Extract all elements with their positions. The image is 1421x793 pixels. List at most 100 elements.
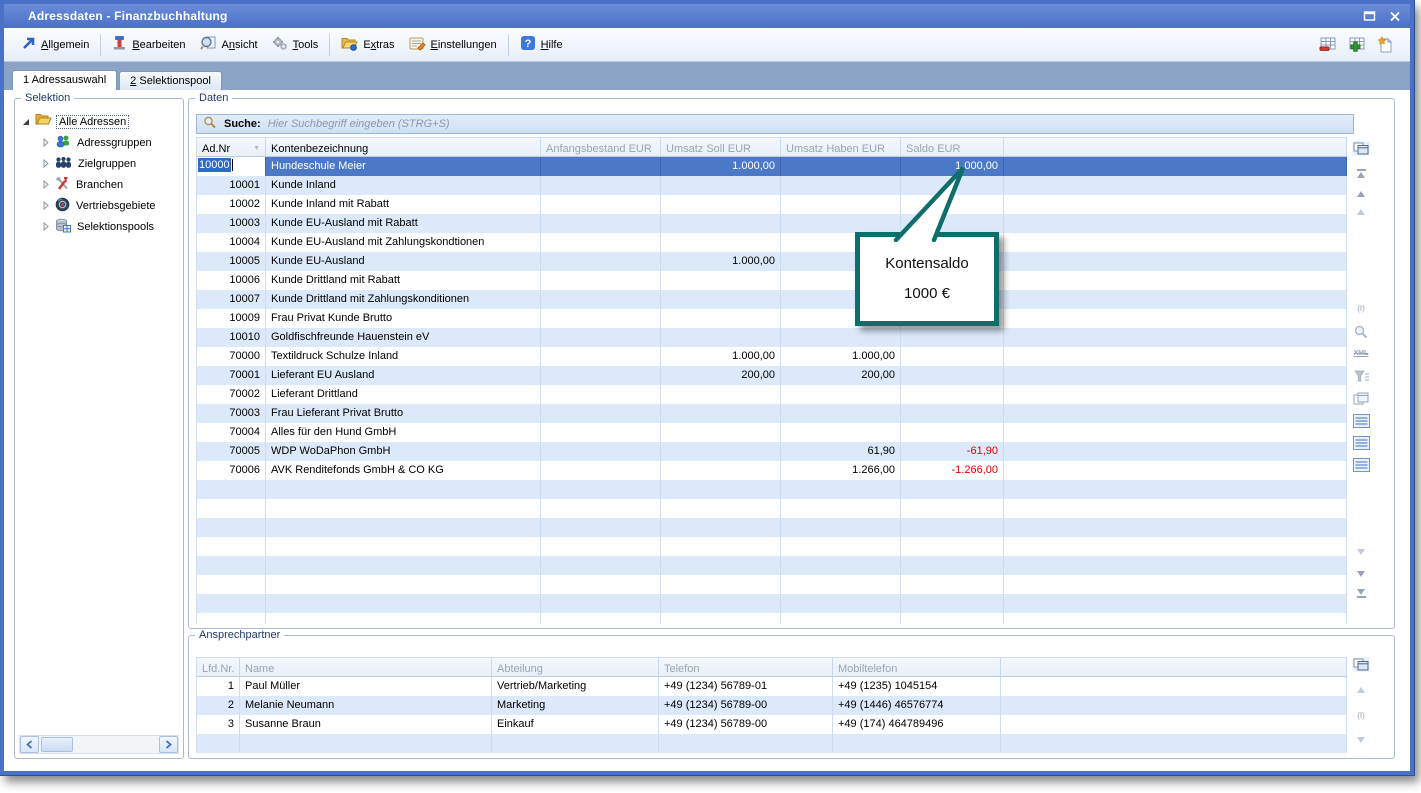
scroll-bottom-icon[interactable] (1349, 589, 1373, 598)
menu-tools[interactable]: Tools (265, 32, 326, 58)
menu-allgemein[interactable]: Allgemein (14, 32, 96, 58)
scroll-right-icon[interactable] (159, 736, 178, 753)
table-cell: 70003 (197, 404, 266, 423)
menu-bearbeiten[interactable]: Bearbeiten (105, 31, 192, 58)
layout-1-icon[interactable] (1349, 414, 1373, 428)
table-row[interactable]: 10003Kunde EU-Ausland mit Rabatt (197, 214, 1347, 233)
scroll-down-alt-icon[interactable] (1349, 549, 1373, 555)
column-header-name[interactable]: Name (240, 658, 492, 677)
copy-layout-icon[interactable] (1349, 392, 1373, 406)
menu-hilfe[interactable]: ? Hilfe (513, 31, 570, 58)
inline-edit-cell[interactable]: 10000 (197, 157, 266, 176)
table-row[interactable]: 1Paul MüllerVertrieb/Marketing+49 (1234)… (197, 677, 1347, 696)
table-cell (661, 290, 781, 309)
scroll-up-icon[interactable] (1349, 191, 1373, 197)
table-cell (781, 385, 901, 404)
table-row[interactable]: 70001Lieferant EU Ausland200,00200,00 (197, 366, 1347, 385)
layout-2-icon[interactable] (1349, 436, 1373, 450)
new-document-icon[interactable] (1376, 36, 1396, 54)
table-cell (1004, 385, 1347, 404)
add-table-icon[interactable] (1347, 36, 1367, 54)
menu-einstellungen[interactable]: Einstellungen (402, 32, 504, 58)
table-row[interactable]: 10010Goldfischfreunde Hauenstein eV (197, 328, 1347, 347)
table-row[interactable]: 70003Frau Lieferant Privat Brutto (197, 404, 1347, 423)
expander-open-icon[interactable] (23, 119, 29, 125)
tree-item-vertriebsgebiete[interactable]: Vertriebsgebiete (21, 195, 179, 216)
scrollbar-thumb[interactable] (41, 737, 73, 752)
table-row[interactable]: 70002Lieferant Drittland (197, 385, 1347, 404)
table-cell (541, 385, 661, 404)
menu-ansicht[interactable]: Ansicht (193, 31, 265, 58)
restore-window-icon[interactable] (1362, 10, 1377, 23)
filter-icon[interactable] (1349, 370, 1373, 383)
column-header-umsatz-haben[interactable]: Umsatz Haben EUR (781, 138, 901, 157)
table-row[interactable]: 2Melanie NeumannMarketing+49 (1234) 5678… (197, 696, 1347, 715)
daten-panel: Daten Suche: Hier Suchbegriff eingeben (… (188, 98, 1395, 629)
column-header-anfangsbestand[interactable]: Anfangsbestand EUR (541, 138, 661, 157)
tree-item-adressgruppen[interactable]: Adressgruppen (21, 132, 179, 153)
tree-item-selektionspools[interactable]: Selektionspools (21, 216, 179, 237)
table-row[interactable]: 10004Kunde EU-Ausland mit Zahlungskondti… (197, 233, 1347, 252)
tree-item-branchen[interactable]: Branchen (21, 174, 179, 195)
group-brackets-icon[interactable]: (I) (1349, 304, 1373, 313)
tab-selektionspool[interactable]: 2 Selektionspool (119, 71, 222, 90)
table-cell (901, 347, 1004, 366)
ansprechpartner-side-toolbar: (I) (1349, 657, 1373, 752)
column-header-kontenbezeichnung[interactable]: Kontenbezeichnung (266, 138, 541, 157)
table-cell (541, 309, 661, 328)
table-cell: 10009 (197, 309, 266, 328)
table-cell: 10001 (197, 176, 266, 195)
table-row[interactable]: 10001Kunde Inland (197, 176, 1347, 195)
search-icon (203, 116, 217, 132)
ansprechpartner-panel-label: Ansprechpartner (195, 629, 284, 642)
column-header-lfdnr[interactable]: Lfd.Nr. (197, 658, 240, 677)
table-row[interactable]: 10000Hundeschule Meier1.000,001.000,00 (197, 157, 1347, 176)
table-row[interactable]: 10007Kunde Drittland mit Zahlungskonditi… (197, 290, 1347, 309)
table-row[interactable]: 70006AVK Renditefonds GmbH & CO KG1.266,… (197, 461, 1347, 480)
column-header-abteilung[interactable]: Abteilung (492, 658, 659, 677)
tab-adressauswahl[interactable]: 1 Adressauswahl (12, 70, 117, 90)
find-icon[interactable] (1349, 325, 1373, 339)
table-row[interactable]: 70005WDP WoDaPhon GmbH61,90-61,90 (197, 442, 1347, 461)
scroll-top-icon[interactable] (1349, 169, 1373, 178)
callout-kontensaldo: Kontensaldo 1000 € (855, 232, 999, 326)
column-header-telefon[interactable]: Telefon (659, 658, 833, 677)
customize-grid-icon[interactable] (1349, 141, 1373, 156)
column-header-empty (1001, 658, 1347, 677)
menu-extras[interactable]: Extras (334, 32, 401, 58)
table-row[interactable]: 3Susanne BraunEinkauf+49 (1234) 56789-00… (197, 715, 1347, 734)
xml-export-icon[interactable]: XML (1349, 350, 1373, 357)
column-header-adnr[interactable]: Ad.Nr▼ (197, 138, 266, 157)
table-row[interactable]: 70004Alles für den Hund GmbH (197, 423, 1347, 442)
scroll-up-icon[interactable] (1349, 687, 1373, 693)
remove-table-icon[interactable] (1318, 36, 1338, 54)
layout-3-icon[interactable] (1349, 458, 1373, 472)
tree-item-alle-adressen[interactable]: Alle Adressen (21, 111, 179, 132)
table-row[interactable]: 10009Frau Privat Kunde Brutto (197, 309, 1347, 328)
table-row[interactable]: 10005Kunde EU-Ausland1.000,00 (197, 252, 1347, 271)
scroll-up-alt-icon[interactable] (1349, 209, 1373, 215)
scroll-left-icon[interactable] (20, 736, 39, 753)
table-cell: Kunde Drittland mit Zahlungskonditionen (266, 290, 541, 309)
tree-item-label: Branchen (74, 179, 125, 191)
table-cell: Melanie Neumann (240, 696, 492, 715)
table-row[interactable]: 10002Kunde Inland mit Rabatt (197, 195, 1347, 214)
table-cell (661, 461, 781, 480)
customize-grid-icon[interactable] (1349, 657, 1373, 672)
table-row[interactable]: 70000Textildruck Schulze Inland1.000,001… (197, 347, 1347, 366)
tree-item-zielgruppen[interactable]: Zielgruppen (21, 153, 179, 174)
table-row[interactable]: 10006Kunde Drittland mit Rabatt (197, 271, 1347, 290)
toolbar-separator (100, 34, 101, 56)
table-cell: Alles für den Hund GmbH (266, 423, 541, 442)
scroll-down-icon[interactable] (1349, 737, 1373, 743)
column-header-umsatz-soll[interactable]: Umsatz Soll EUR (661, 138, 781, 157)
tree-horizontal-scrollbar[interactable] (19, 735, 179, 754)
close-icon[interactable] (1387, 10, 1402, 23)
group-brackets-icon[interactable]: (I) (1349, 711, 1373, 720)
globe-target-icon (55, 197, 70, 215)
scroll-down-icon[interactable] (1349, 571, 1373, 577)
table-cell: Kunde EU-Ausland (266, 252, 541, 271)
column-header-saldo[interactable]: Saldo EUR (901, 138, 1004, 157)
search-bar[interactable]: Suche: Hier Suchbegriff eingeben (STRG+S… (196, 114, 1354, 134)
column-header-mobiltelefon[interactable]: Mobiltelefon (833, 658, 1001, 677)
